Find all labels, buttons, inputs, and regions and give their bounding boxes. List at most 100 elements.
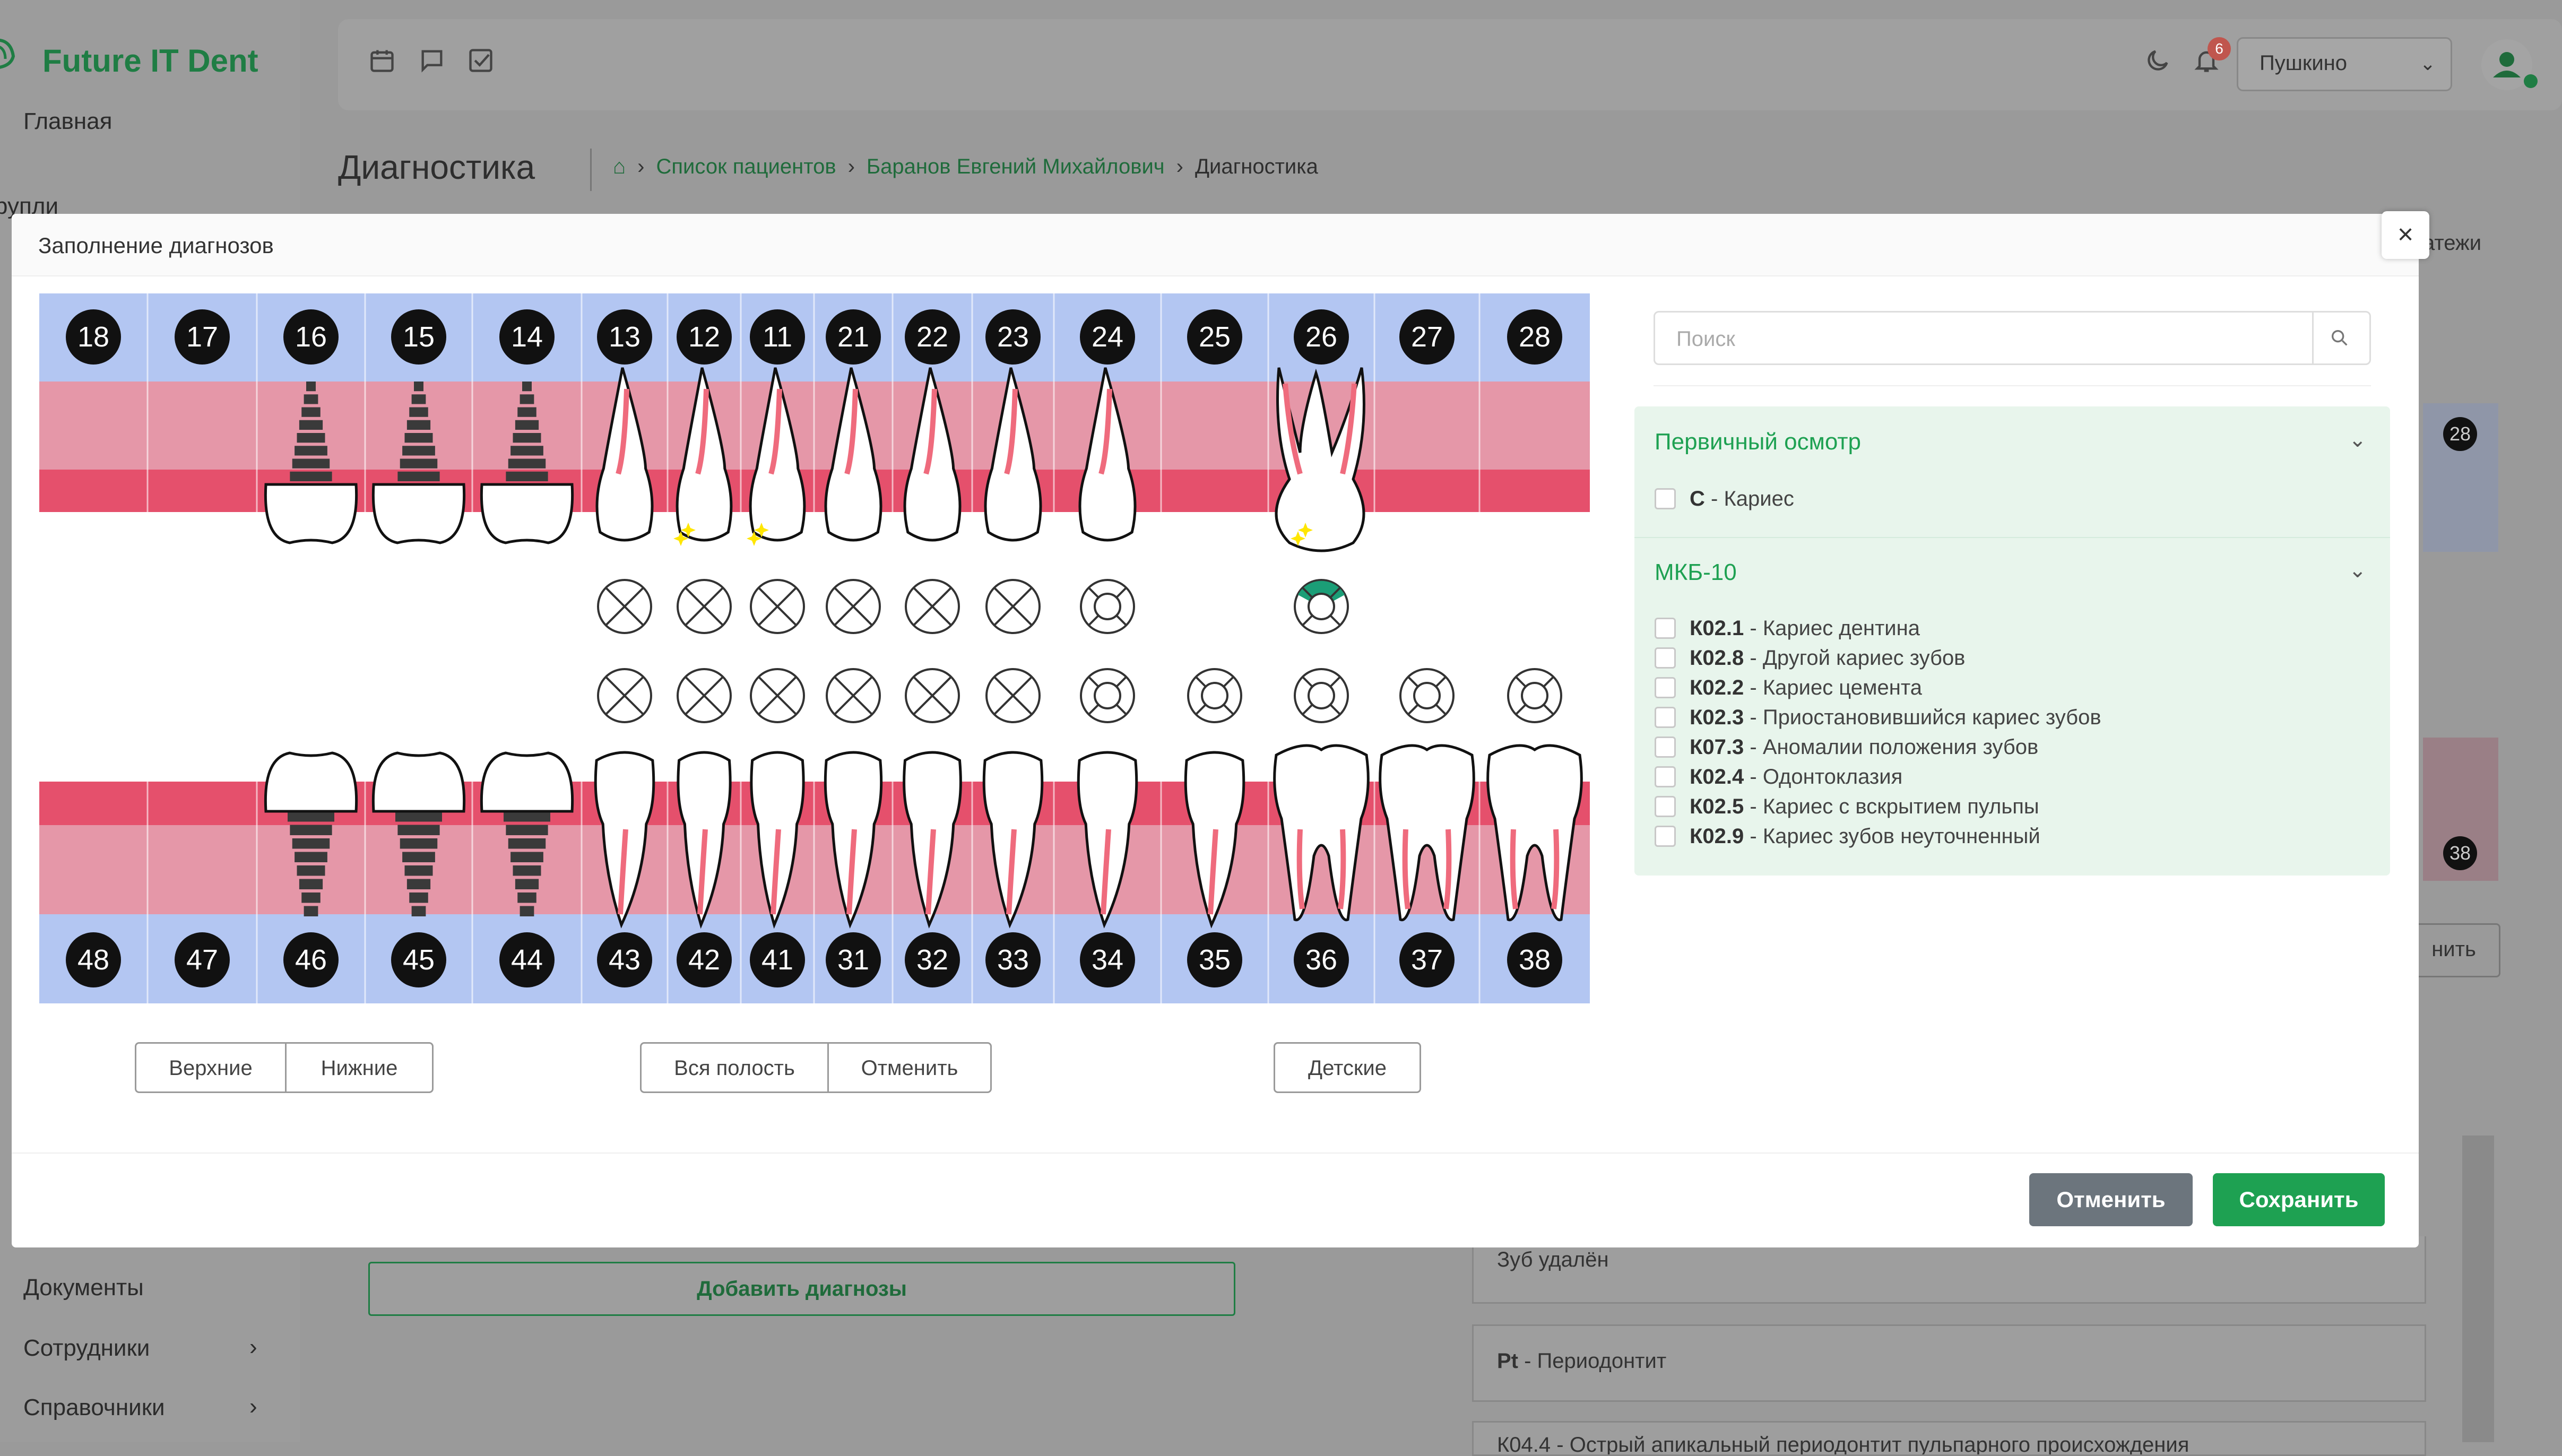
implant-thread [292, 458, 330, 469]
root-canal [1338, 829, 1346, 909]
tooth-number-33[interactable]: 33 [997, 944, 1029, 976]
tooth-number-45[interactable]: 45 [403, 944, 435, 976]
diagnosis-item[interactable]: К02.9 - Кариес зубов неуточненный [1690, 825, 2040, 848]
diagnosis-item[interactable]: С - Кариес [1690, 487, 1794, 511]
implant-crown[interactable] [371, 483, 466, 544]
diagnosis-checkbox[interactable] [1655, 488, 1676, 509]
tooth-number-17[interactable]: 17 [186, 321, 218, 353]
sidebar-item-documents[interactable]: Документы [23, 1275, 144, 1301]
sidebar-item-home[interactable]: Главная [23, 108, 112, 135]
implant-crown[interactable] [264, 751, 358, 813]
implant-thread [517, 892, 536, 903]
children-teeth-button[interactable]: Детские [1274, 1042, 1421, 1093]
breadcrumb-patient[interactable]: Баранов Евгений Михайлович [867, 155, 1165, 178]
whole-mouth-button[interactable]: Вся полость [640, 1042, 829, 1093]
tooth-number-46[interactable]: 46 [295, 944, 327, 976]
tooth-number-21[interactable]: 21 [837, 321, 869, 353]
close-button[interactable]: × [2382, 211, 2429, 259]
diagnosis-item[interactable]: К02.8 - Другой кариес зубов [1690, 646, 1965, 670]
tooth-number-35[interactable]: 35 [1199, 944, 1231, 976]
payments-tab[interactable]: атежи [2423, 231, 2481, 255]
diagnosis-item[interactable]: К02.5 - Кариес с вскрытием пульпы [1690, 795, 2039, 819]
search-input[interactable]: Поиск [1654, 311, 2371, 365]
tooth-number-43[interactable]: 43 [609, 944, 641, 976]
tooth-number-28[interactable]: 28 [1519, 321, 1551, 353]
add-diagnoses-button[interactable]: Добавить диагнозы [368, 1262, 1235, 1316]
scrollbar[interactable] [2462, 1136, 2494, 1442]
diagnosis-checkbox[interactable] [1655, 736, 1676, 758]
tooth-number-48[interactable]: 48 [77, 944, 109, 976]
section-title-primary[interactable]: Первичный осмотр [1655, 429, 1861, 455]
diagnosis-checkbox[interactable] [1655, 677, 1676, 698]
tooth-number-31[interactable]: 31 [837, 944, 869, 976]
implant-thread [411, 394, 426, 404]
implant-crown[interactable] [480, 483, 574, 544]
tooth-number-32[interactable]: 32 [916, 944, 948, 976]
diagnosis-text: К04.4 - Острый апикальный периодонтит пу… [1497, 1433, 2189, 1456]
tooth-number-27[interactable]: 27 [1411, 321, 1443, 353]
tooth-number-23[interactable]: 23 [997, 321, 1029, 353]
search-icon[interactable] [2329, 327, 2350, 349]
cancel-selection-button[interactable]: Отменить [827, 1042, 992, 1093]
implant-thread [409, 407, 428, 417]
tooth-number-11[interactable]: 11 [763, 321, 792, 353]
tooth-number-42[interactable]: 42 [688, 944, 720, 976]
sidebar-item-employees[interactable]: Сотрудники [23, 1335, 150, 1362]
tooth-number-47[interactable]: 47 [186, 944, 218, 976]
moon-icon[interactable] [2144, 47, 2171, 74]
ring-inner [1308, 682, 1335, 709]
diagnosis-checkbox[interactable] [1655, 766, 1676, 787]
diagnosis-item[interactable]: К07.3 - Аномалии положения зубов [1690, 735, 2038, 759]
tooth-number-37[interactable]: 37 [1411, 944, 1443, 976]
tooth-number-15[interactable]: 15 [403, 321, 435, 353]
tooth-number-26[interactable]: 26 [1305, 321, 1337, 353]
diagnosis-checkbox[interactable] [1655, 796, 1676, 817]
diagnosis-checkbox[interactable] [1655, 647, 1676, 669]
implant-crown[interactable] [264, 483, 358, 544]
tooth-number-25[interactable]: 25 [1199, 321, 1231, 353]
implant-crown[interactable] [480, 751, 574, 813]
tooth-number-36[interactable]: 36 [1305, 944, 1337, 976]
tooth-number-13[interactable]: 13 [609, 321, 641, 353]
breadcrumb-patients[interactable]: Список пациентов [656, 155, 836, 178]
calendar-icon[interactable] [368, 47, 396, 74]
diagnosis-checkbox[interactable] [1655, 826, 1676, 847]
tooth-number-41[interactable]: 41 [761, 944, 793, 976]
side-tooth-number: 38 [2443, 836, 2477, 870]
diagnosis-checkbox[interactable] [1655, 707, 1676, 728]
city-select[interactable]: Пушкино ⌄ [2237, 37, 2452, 91]
diagnosis-item[interactable]: К02.4 - Одонтоклазия [1690, 765, 1902, 789]
dental-chart: 18 17 16 15 14 13 12 11 21 22 23 24 25 26 27 28 48 47 46 45… [39, 293, 1590, 1003]
diagnosis-item[interactable]: К02.3 - Приостановившийся кариес зубов [1690, 706, 2101, 730]
upper-jaw-button[interactable]: Верхние [135, 1042, 287, 1093]
tooth-number-16[interactable]: 16 [295, 321, 327, 353]
tooth-number-22[interactable]: 22 [916, 321, 948, 353]
cancel-button[interactable]: Отменить [2029, 1173, 2193, 1226]
diagnosis-checkbox[interactable] [1655, 618, 1676, 639]
chevron-down-icon[interactable]: ⌄ [2349, 428, 2367, 452]
side-button[interactable]: нить [2407, 923, 2500, 977]
tasks-icon[interactable] [467, 47, 495, 74]
implant-thread [397, 471, 440, 481]
app-title[interactable]: Future IT Dent [42, 42, 258, 79]
sidebar-item-references[interactable]: Справочники [23, 1394, 165, 1421]
tooth-number-18[interactable]: 18 [77, 321, 109, 353]
chevron-down-icon[interactable]: ⌄ [2349, 558, 2367, 583]
tooth-number-44[interactable]: 44 [511, 944, 543, 976]
save-button[interactable]: Сохранить [2213, 1173, 2385, 1226]
tooth-number-38[interactable]: 38 [1519, 944, 1551, 976]
lower-jaw-button[interactable]: Нижние [285, 1042, 434, 1093]
implant-crown[interactable] [371, 751, 466, 813]
chat-icon[interactable] [418, 47, 446, 74]
tooth-number-14[interactable]: 14 [511, 321, 543, 353]
diagnosis-panel: Первичный осмотр ⌄ С - Кариес МКБ-10 ⌄ К… [1634, 406, 2390, 876]
diagnosis-item[interactable]: К02.2 - Кариес цемента [1690, 676, 1922, 700]
home-icon[interactable]: ⌂ [613, 155, 626, 178]
breadcrumb: ⌂ › Список пациентов › Баранов Евгений Михай… [613, 155, 1318, 178]
tooth-number-24[interactable]: 24 [1092, 321, 1123, 353]
tooth-number-34[interactable]: 34 [1092, 944, 1123, 976]
diagnosis-item[interactable]: К02.1 - Кариес дентина [1690, 617, 1920, 640]
section-title-icd10[interactable]: МКБ-10 [1655, 559, 1737, 586]
implant-thread [506, 471, 548, 481]
tooth-number-12[interactable]: 12 [688, 321, 720, 353]
